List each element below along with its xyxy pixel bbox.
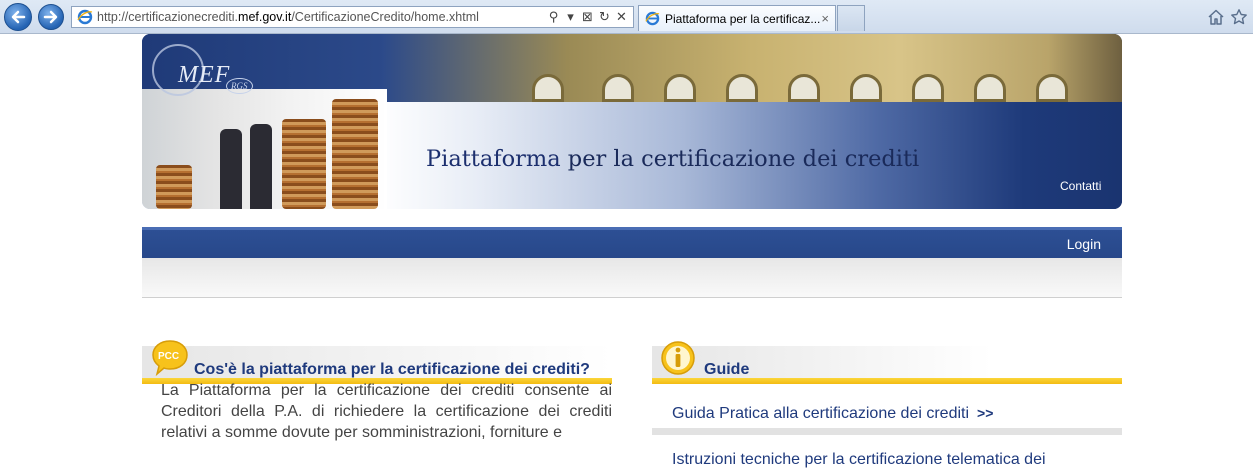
home-icon[interactable] [1207,8,1225,26]
arch-decoration [664,74,696,102]
arch-decoration [912,74,944,102]
coin-stack [282,119,326,209]
about-heading: Cos'è la piattaforma per la certificazio… [194,361,590,378]
logo-subtext: RGS [226,78,253,94]
arrow-left-icon [11,10,26,24]
site-title-highlight: Piattaforma [426,146,561,172]
page: MEF RGS Piattaforma per la certificazion… [0,34,1253,472]
arch-decoration [532,74,564,102]
about-section-header: PCC Cos'è la piattaforma per la certific… [142,338,612,384]
main-nav-bar: Login [142,227,1122,258]
browser-toolbar: http://certificazionecrediti.mef.gov.it/… [0,0,1253,34]
arch-decoration [1036,74,1068,102]
coin-stack [332,99,378,209]
person-silhouette [250,124,272,209]
contacts-link[interactable]: Contatti [1060,179,1101,193]
chevron-down-icon[interactable]: ▾ [564,9,577,25]
guide-link-pratica[interactable]: Guida Pratica alla certificazione dei cr… [672,405,993,423]
site-title-rest: per la certificazione dei crediti [560,146,920,172]
address-tools: ⚲ ▾ ⊠ ↻ ✕ [547,9,628,25]
pcc-badge-text: PCC [158,351,180,362]
login-link[interactable]: Login [1067,236,1101,252]
url-text: http://certificazionecrediti.mef.gov.it/… [97,10,479,24]
arch-decoration [602,74,634,102]
arrow-right-icon [43,10,58,24]
guides-heading: Guide [704,361,750,378]
stop-icon[interactable]: ✕ [615,9,628,25]
site-title: Piattaforma per la certificazione dei cr… [426,146,919,172]
ie-page-icon [77,9,93,25]
mef-logo[interactable]: MEF RGS [152,44,264,98]
guide-link-label: Istruzioni tecniche per la certificazion… [672,451,1046,468]
coin-stack [156,165,192,209]
banner-coins-photo [142,89,387,209]
banner-building-image [382,34,1122,102]
forward-button[interactable] [38,4,64,30]
tab-title: Piattaforma per la certificaz... [665,11,821,26]
guide-divider [652,428,1122,435]
arch-decoration [974,74,1006,102]
browser-tab[interactable]: Piattaforma per la certificaz... × [638,5,836,31]
double-arrow-icon: >> [977,405,994,421]
header-banner: MEF RGS Piattaforma per la certificazion… [142,34,1122,209]
guides-section-header: Guide [652,338,1122,384]
about-text: La Piattaforma per la certificazione dei… [161,382,612,441]
guide-link-istruzioni[interactable]: Istruzioni tecniche per la certificazion… [672,451,1046,469]
person-silhouette [220,129,242,209]
info-icon [661,341,695,375]
sub-nav-bar [142,258,1122,298]
arch-decoration [850,74,882,102]
back-button[interactable] [4,3,32,31]
favorites-star-icon[interactable] [1230,8,1248,26]
guide-link-label: Guida Pratica alla certificazione dei cr… [672,405,970,422]
refresh-icon[interactable]: ↻ [598,9,611,25]
address-bar[interactable]: http://certificazionecrediti.mef.gov.it/… [71,6,634,28]
new-tab-button[interactable] [837,5,865,31]
ie-page-icon [645,11,660,26]
arch-decoration [788,74,820,102]
tab-close-icon[interactable]: × [821,11,829,26]
arch-decoration [726,74,758,102]
search-icon[interactable]: ⚲ [547,9,560,25]
logo-text: MEF [178,62,231,88]
compat-view-icon[interactable]: ⊠ [581,9,594,25]
